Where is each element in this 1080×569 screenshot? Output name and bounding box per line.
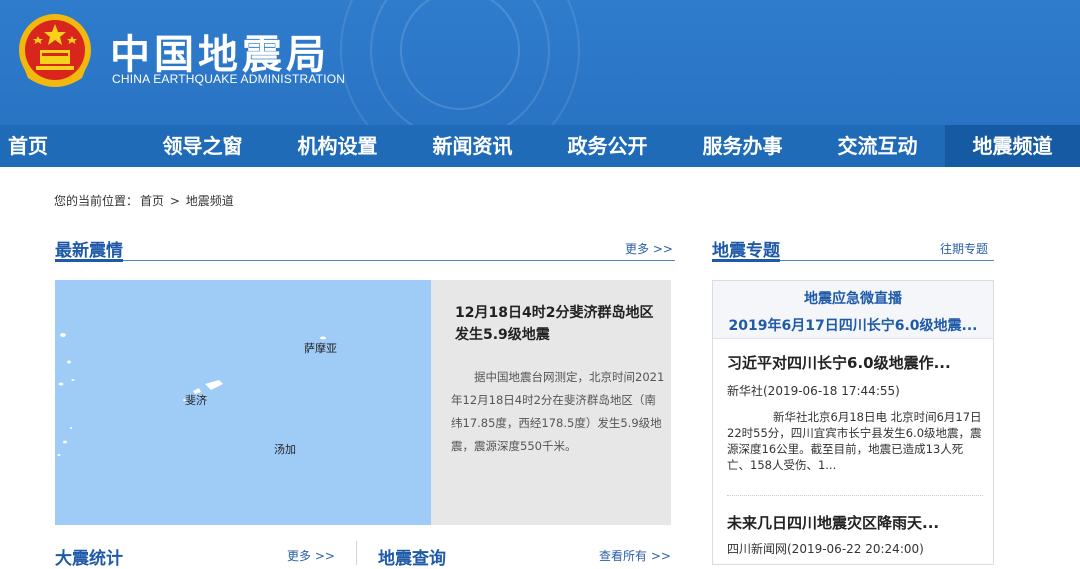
major-quake-stats-more-link[interactable]: 更多 >> — [287, 547, 335, 564]
special-topics-panel: 地震应急微直播 2019年6月17日四川长宁6.0级地震... 习近平对四川长宁… — [712, 280, 994, 565]
latest-quake-more-link[interactable]: 更多 >> — [625, 240, 673, 257]
national-emblem-icon[interactable] — [16, 10, 94, 92]
latest-quake-heading: 最新震情 — [55, 241, 123, 261]
map-islands-icon — [57, 333, 326, 456]
breadcrumb-separator: > — [169, 194, 180, 208]
live-broadcast-topic[interactable]: 2019年6月17日四川长宁6.0级地震... — [713, 315, 993, 335]
major-quake-stats-heading: 大震统计 — [55, 549, 123, 569]
map-label-samoa: 萨摩亚 — [304, 342, 337, 355]
quake-event-title[interactable]: 12月18日4时2分斐济群岛地区发生5.9级地震 — [455, 302, 655, 346]
breadcrumb: 您的当前位置： 首页 > 地震频道 — [54, 192, 236, 209]
breadcrumb-current: 地震频道 — [185, 194, 234, 208]
column-divider — [356, 541, 357, 565]
epicenter-map[interactable]: 萨摩亚 斐济 汤加 — [55, 280, 431, 525]
news-item-source: 四川新闻网(2019-06-22 20:24:00) — [727, 542, 924, 556]
news-item-title[interactable]: 未来几日四川地震灾区降雨天... — [727, 512, 939, 533]
nav-item-home[interactable]: 首页 — [0, 125, 135, 167]
special-topics-heading: 地震专题 — [712, 241, 780, 261]
news-item-title[interactable]: 习近平对四川长宁6.0级地震作... — [727, 352, 951, 373]
map-label-tonga: 汤加 — [274, 443, 296, 456]
nav-item-earthquake-channel[interactable]: 地震频道 — [945, 125, 1080, 167]
nav-item-leadership[interactable]: 领导之窗 — [135, 125, 270, 167]
nav-item-organization[interactable]: 机构设置 — [270, 125, 405, 167]
site-subtitle: CHINA EARTHQUAKE ADMINISTRATION — [112, 72, 346, 86]
map-label-fiji: 斐济 — [185, 394, 207, 407]
breadcrumb-home-link[interactable]: 首页 — [140, 194, 164, 208]
news-item-summary: 新华社北京6月18日电 北京时间6月17日22时55分，四川宜宾市长宁县发生6.… — [727, 410, 982, 472]
news-item-source: 新华社(2019-06-18 17:44:55) — [727, 384, 900, 398]
live-broadcast-label[interactable]: 地震应急微直播 — [713, 288, 993, 308]
section-divider — [55, 260, 675, 261]
quake-query-heading: 地震查询 — [378, 549, 446, 569]
quake-info-panel: 12月18日4时2分斐济群岛地区发生5.9级地震 据中国地震台网测定，北京时间2… — [431, 280, 671, 525]
nav-item-interaction[interactable]: 交流互动 — [810, 125, 945, 167]
nav-item-government-affairs[interactable]: 政务公开 — [540, 125, 675, 167]
quake-query-view-all-link[interactable]: 查看所有 >> — [599, 547, 671, 564]
past-topics-link[interactable]: 往期专题 — [940, 240, 988, 257]
live-broadcast-header: 地震应急微直播 2019年6月17日四川长宁6.0级地震... — [713, 281, 993, 339]
nav-item-services[interactable]: 服务办事 — [675, 125, 810, 167]
quake-event-description: 据中国地震台网测定，北京时间2021年12月18日4时2分在斐济群岛地区（南纬1… — [451, 370, 665, 453]
news-divider — [727, 495, 983, 496]
breadcrumb-prefix: 您的当前位置： — [54, 194, 139, 208]
section-heading-underline — [712, 259, 780, 262]
nav-item-news[interactable]: 新闻资讯 — [405, 125, 540, 167]
site-header: 中国地震局 CHINA EARTHQUAKE ADMINISTRATION — [0, 0, 1080, 125]
section-heading-underline — [55, 259, 123, 262]
main-nav: 首页 领导之窗 机构设置 新闻资讯 政务公开 服务办事 交流互动 地震频道 — [0, 125, 1080, 167]
